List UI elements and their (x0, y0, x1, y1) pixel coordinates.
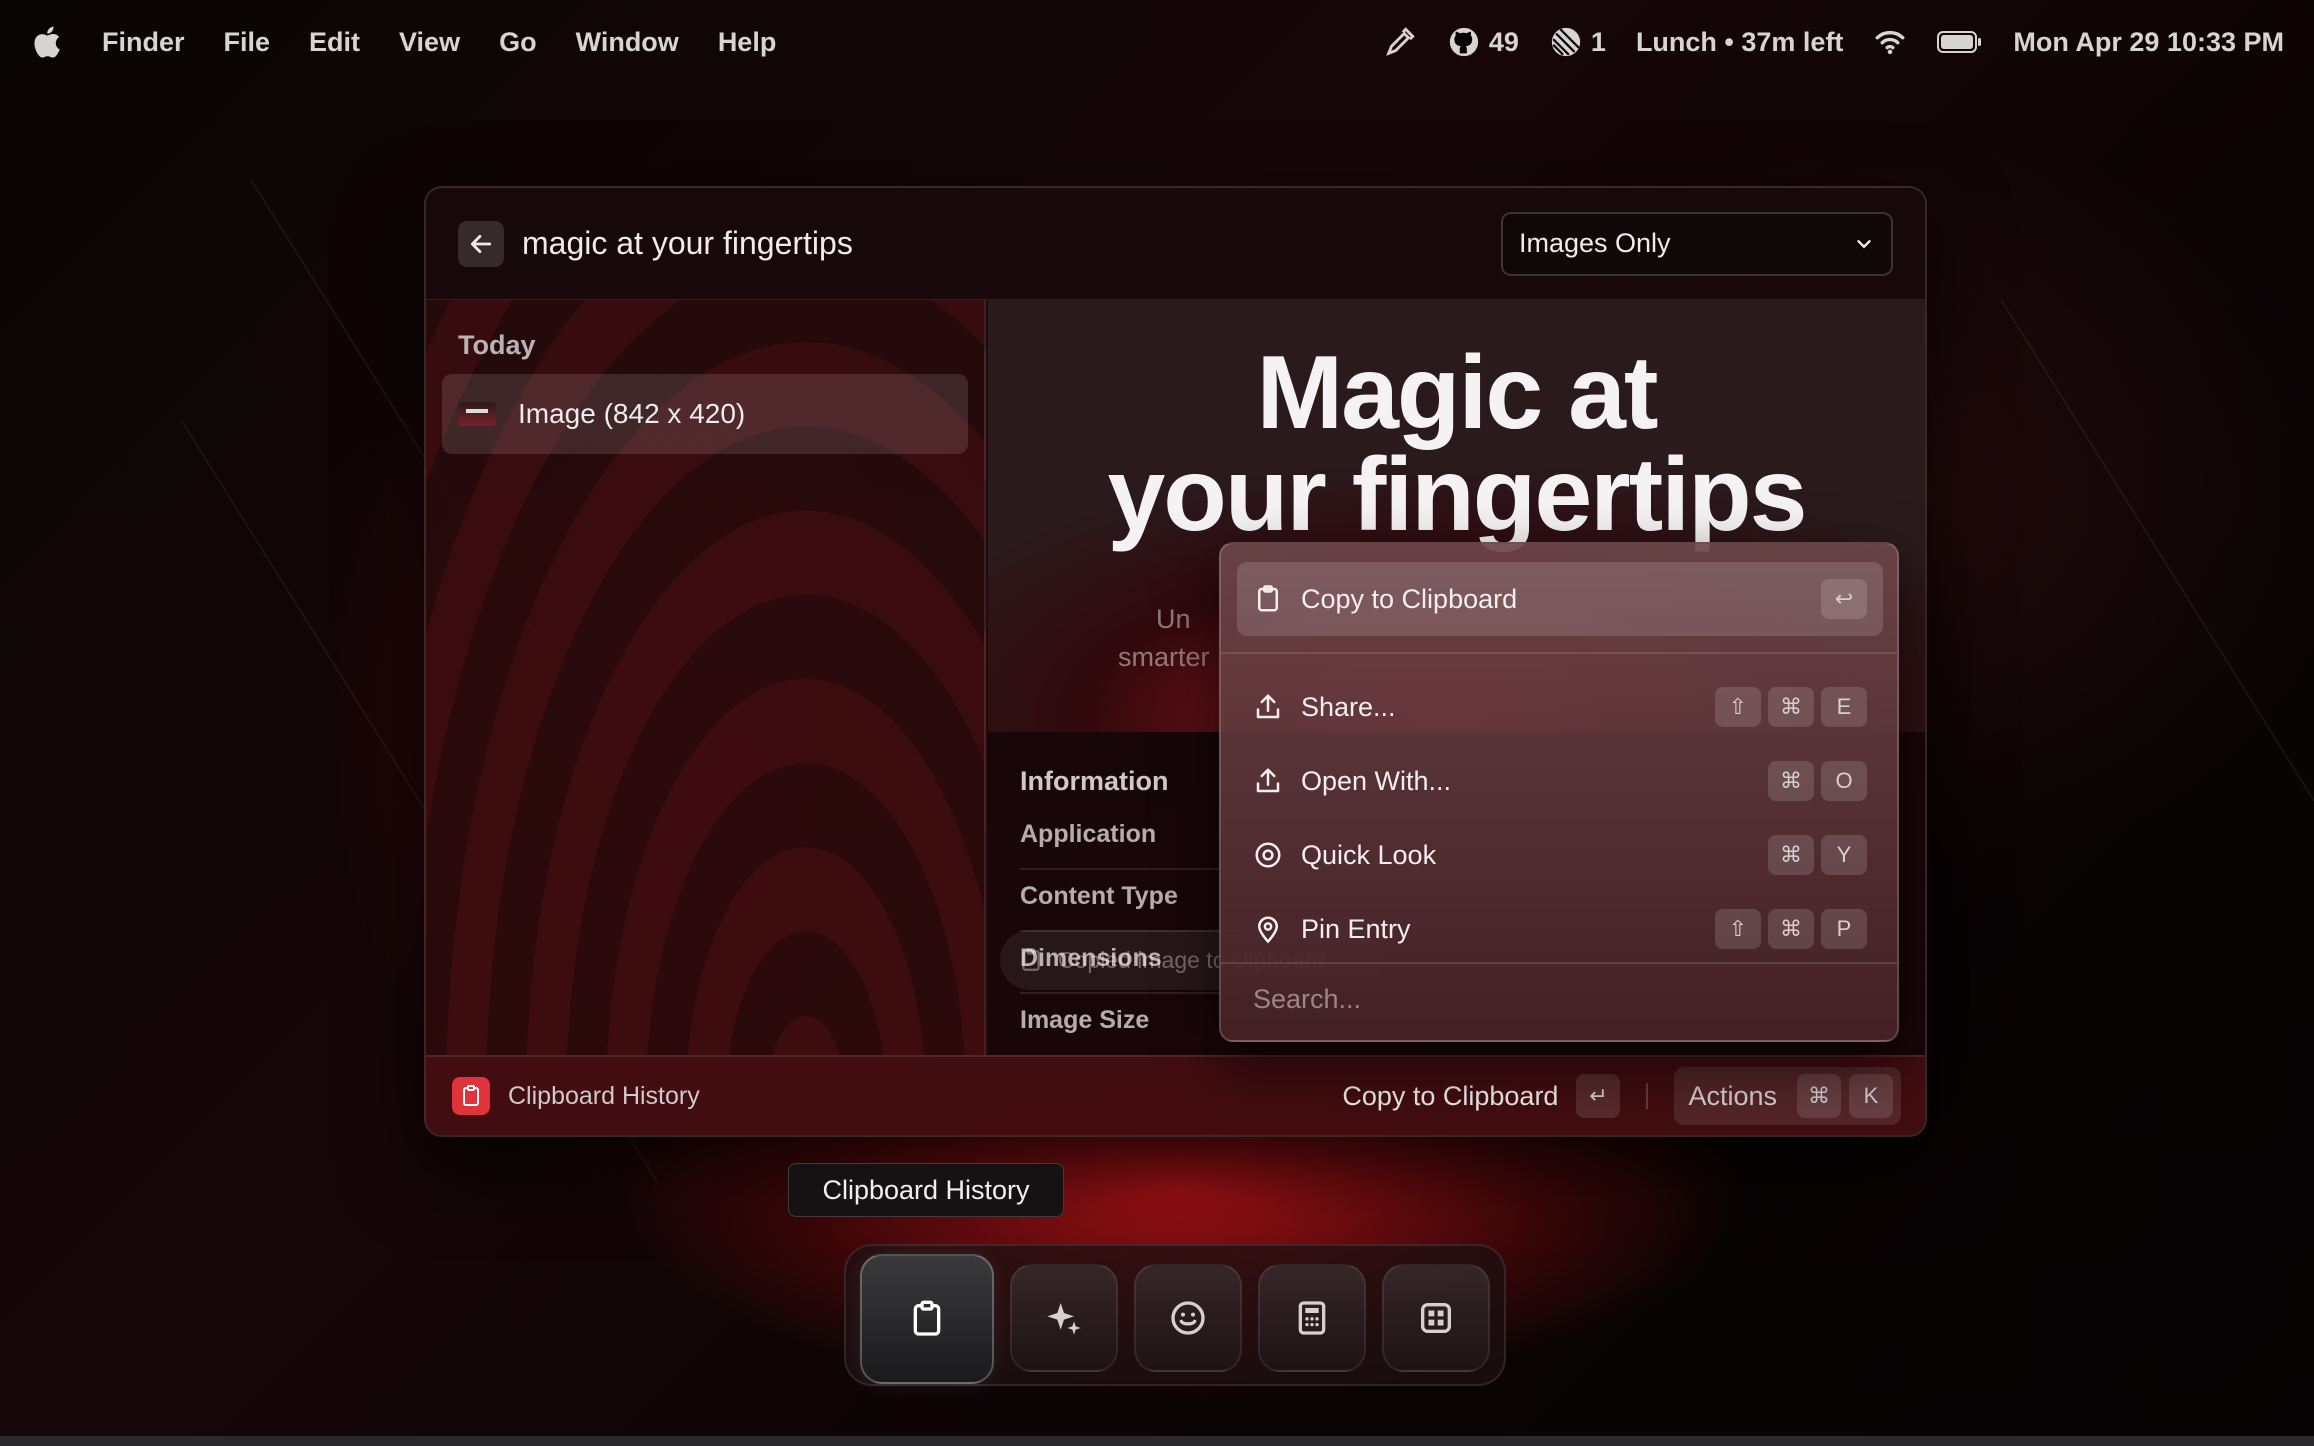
notification-count: 1 (1590, 26, 1606, 57)
actions-button[interactable]: Actions ⌘ K (1674, 1067, 1901, 1125)
preview-subtext: Un smarter (1118, 600, 1210, 676)
action-pin-entry[interactable]: Pin Entry ⇧ ⌘ P (1237, 892, 1883, 966)
menu-bar: Finder File Edit View Go Window Help 49 … (0, 0, 2314, 84)
divider (1221, 962, 1897, 964)
image-thumbnail (458, 402, 496, 426)
preview-headline-line1: Magic at (1256, 335, 1658, 451)
action-label: Quick Look (1301, 839, 1437, 870)
menu-clock[interactable]: Mon Apr 29 10:33 PM (2013, 27, 2284, 58)
menu-go[interactable]: Go (499, 27, 537, 58)
calendar-status[interactable]: Lunch • 37m left (1636, 27, 1843, 58)
open-with-icon (1256, 768, 1280, 793)
clipboard-list: Today Image (842 x 420) (426, 300, 986, 1055)
clipboard-icon (1258, 585, 1278, 612)
share-icon (1256, 694, 1280, 719)
github-count: 49 (1488, 26, 1519, 57)
info-row-application: Application (1020, 820, 1157, 848)
calculator-icon (1298, 1301, 1326, 1335)
action-share[interactable]: Share... ⇧ ⌘ E (1237, 670, 1883, 744)
preview-subtext-line1: Un (1156, 604, 1191, 634)
screen-bezel (0, 1436, 2314, 1446)
window-footer: Clipboard History Copy to Clipboard ↵ Ac… (426, 1055, 1925, 1135)
copy-to-clipboard-button[interactable]: Copy to Clipboard (1342, 1081, 1558, 1112)
dock-emoji-button[interactable] (1134, 1264, 1242, 1372)
action-label: Copy to Clipboard (1301, 583, 1518, 614)
pin-icon (1257, 916, 1279, 944)
action-quick-look[interactable]: Quick Look ⌘ Y (1237, 818, 1883, 892)
dock-calculator-button[interactable] (1258, 1264, 1366, 1372)
enter-key-hint: ↵ (1576, 1074, 1621, 1118)
search-input[interactable]: magic at your fingertips (522, 225, 853, 262)
cmd-key-hint: ⌘ (1768, 835, 1814, 875)
section-label-today: Today (458, 330, 536, 360)
dock-apps-button[interactable] (1382, 1264, 1490, 1372)
eye-icon (1255, 842, 1281, 868)
menu-app-name[interactable]: Finder (102, 27, 185, 58)
footer-app-label: Clipboard History (508, 1081, 700, 1110)
info-row-content-type: Content Type (1020, 882, 1178, 910)
chevron-down-icon (1857, 239, 1871, 248)
info-row-image-size: Image Size (1020, 1006, 1150, 1034)
preview-headline-line2: your fingertips (1107, 437, 1807, 553)
actions-search-input[interactable]: Search... (1253, 984, 1361, 1015)
menu-help[interactable]: Help (718, 27, 777, 58)
divider (1020, 992, 1240, 994)
menu-file[interactable]: File (224, 27, 271, 58)
clipboard-icon (913, 1300, 941, 1336)
action-copy-to-clipboard[interactable]: Copy to Clipboard ↩ (1237, 562, 1883, 636)
clipboard-icon (1022, 948, 1040, 971)
actions-popover: Copy to Clipboard ↩ Share... ⇧ ⌘ E Open … (1219, 542, 1899, 1042)
divider (1646, 1083, 1649, 1109)
dock (844, 1244, 1506, 1386)
e-key-hint: E (1821, 687, 1867, 727)
o-key-hint: O (1821, 761, 1867, 801)
window-header: magic at your fingertips Images Only (426, 188, 1925, 300)
y-key-hint: Y (1821, 835, 1867, 875)
arrow-left-icon (470, 234, 492, 253)
list-item[interactable]: Image (842 x 420) (442, 374, 968, 454)
menu-view[interactable]: View (399, 27, 460, 58)
cmd-key-hint: ⌘ (1797, 1074, 1841, 1118)
linear-icon (1551, 27, 1581, 57)
color-picker-icon[interactable] (1383, 25, 1417, 59)
grid-icon (1421, 1303, 1451, 1333)
action-open-with[interactable]: Open With... ⌘ O (1237, 744, 1883, 818)
dock-tooltip: Clipboard History (788, 1163, 1064, 1217)
github-icon (1449, 27, 1479, 57)
back-button[interactable] (458, 220, 504, 267)
sparkles-icon (1047, 1303, 1081, 1335)
return-key-hint: ↩ (1821, 579, 1867, 619)
preview-headline: Magic at your fingertips (988, 335, 1925, 553)
action-label: Pin Entry (1301, 913, 1411, 944)
k-key-hint: K (1849, 1074, 1893, 1118)
dock-ai-button[interactable] (1010, 1264, 1118, 1372)
battery-icon[interactable] (1937, 29, 1983, 55)
divider (1221, 652, 1897, 654)
shift-key-hint: ⇧ (1715, 687, 1761, 727)
preview-subtext-line2: smarter (1118, 642, 1210, 672)
action-label: Open With... (1301, 765, 1452, 796)
smiley-icon (1171, 1301, 1205, 1335)
linear-status[interactable]: 1 (1549, 25, 1606, 59)
divider (1020, 868, 1240, 870)
action-label: Share... (1301, 691, 1396, 722)
menu-edit[interactable]: Edit (309, 27, 360, 58)
wifi-icon[interactable] (1873, 25, 1907, 59)
clipboard-app-icon (452, 1077, 490, 1115)
menu-window[interactable]: Window (576, 27, 679, 58)
dock-clipboard-button[interactable] (860, 1254, 994, 1384)
cmd-key-hint: ⌘ (1768, 761, 1814, 801)
github-status[interactable]: 49 (1447, 25, 1519, 59)
info-section-title: Information (1020, 766, 1169, 796)
cmd-key-hint: ⌘ (1768, 909, 1814, 949)
actions-label: Actions (1688, 1080, 1777, 1111)
p-key-hint: P (1821, 909, 1867, 949)
apple-icon[interactable] (30, 24, 62, 60)
filter-dropdown[interactable]: Images Only (1501, 211, 1893, 276)
filter-dropdown-value: Images Only (1519, 228, 1671, 258)
cmd-key-hint: ⌘ (1768, 687, 1814, 727)
list-item-label: Image (842 x 420) (518, 398, 746, 429)
shift-key-hint: ⇧ (1715, 909, 1761, 949)
